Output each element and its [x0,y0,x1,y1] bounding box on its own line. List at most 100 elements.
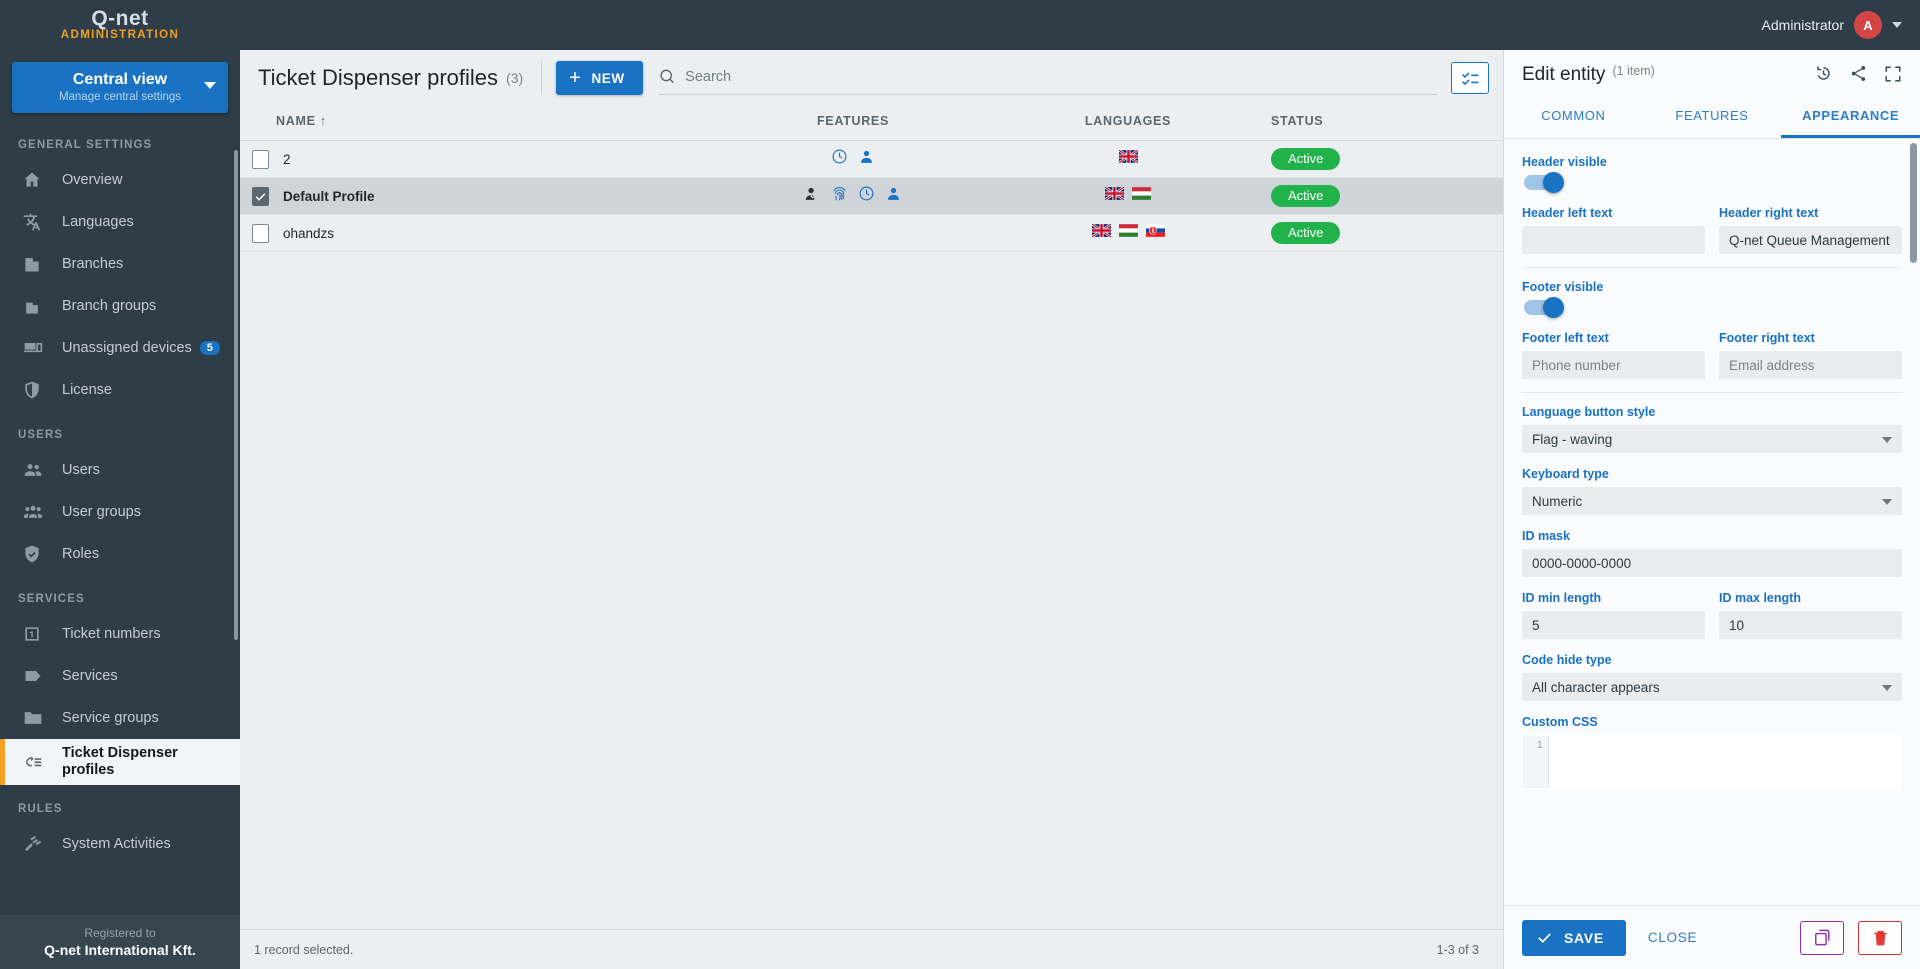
header-visible-label: Header visible [1522,155,1607,169]
save-label: SAVE [1564,929,1604,946]
custom-css-editor[interactable]: 1 [1522,735,1902,789]
footer-visible-toggle[interactable] [1524,297,1564,318]
table-row[interactable]: Default Profile Active [240,177,1503,215]
code-editor-body[interactable] [1549,736,1901,788]
user-menu[interactable]: Administrator A [1762,11,1920,39]
header-right-field: Header right text [1719,206,1902,254]
language-button-style-label: Language button style [1522,405,1656,419]
sidebar-item-languages[interactable]: Languages [0,201,240,243]
footer-right-input[interactable] [1719,351,1902,379]
user-group-icon [22,502,48,522]
column-header-name[interactable]: NAME ↑ [240,106,703,141]
tab-appearance[interactable]: APPEARANCE [1781,98,1920,138]
cell-features [703,141,1003,178]
sidebar-item-label: Users [62,462,100,478]
sidebar-item-branches[interactable]: Branches [0,243,240,285]
language-button-style-select[interactable]: Flag - waving [1522,425,1902,453]
cell-name: ohandzs [240,215,703,252]
sidebar-scrollbar[interactable] [234,150,238,640]
logo-text: Q-net [91,6,149,30]
sidebar-section-label: SERVICES [18,593,85,605]
keyboard-type-select[interactable]: Numeric [1522,487,1902,515]
table-row[interactable]: ohandzs Active [240,215,1503,252]
sidebar-item-badge: 5 [199,341,220,355]
chevron-down-icon[interactable] [1892,22,1902,28]
id-mask-input[interactable] [1522,549,1902,577]
sidebar-item-overview[interactable]: Overview [0,159,240,201]
sidebar-item-branch-groups[interactable]: Branch groups [0,285,240,327]
person-icon [858,148,875,165]
fullscreen-icon[interactable] [1884,65,1902,83]
sidebar-item-label: Branch groups [62,298,157,314]
sidebar-item-unassigned-devices[interactable]: Unassigned devices 5 [0,327,240,369]
avatar[interactable]: A [1854,11,1882,39]
code-hide-type-label: Code hide type [1522,653,1612,667]
row-checkbox[interactable] [252,186,269,206]
code-hide-type-select[interactable]: All character appears [1522,673,1902,701]
table-footer: 1 record selected. 1-3 of 3 [240,929,1503,969]
footer-left-input[interactable] [1522,351,1705,379]
row-checkbox[interactable] [252,223,269,243]
cell-name: 2 [240,141,703,178]
id-max-length-label: ID max length [1719,591,1801,605]
home-icon [22,170,48,190]
view-switcher[interactable]: Central view Manage central settings [12,62,228,113]
close-button[interactable]: CLOSE [1640,924,1705,951]
status-badge[interactable]: Active [1271,148,1341,170]
row-name-label: 2 [283,151,291,167]
column-header-status[interactable]: STATUS [1253,106,1503,141]
tab-common[interactable]: COMMON [1504,98,1643,138]
id-min-length-input[interactable] [1522,611,1705,639]
folder-icon [22,708,48,728]
status-badge[interactable]: Active [1271,185,1341,207]
feature-icon-list [831,148,875,165]
column-header-languages[interactable]: LANGUAGES [1003,106,1253,141]
gavel-icon [22,834,48,854]
header-right-input[interactable] [1719,226,1902,254]
footer-left-label: Footer left text [1522,331,1609,345]
sidebar-section-label: GENERAL SETTINGS [18,139,153,151]
flag-uk-icon [1091,224,1111,237]
chevron-down-icon [204,82,216,89]
sidebar-item-service-groups[interactable]: Service groups [0,697,240,739]
trash-icon [1873,930,1887,946]
id-max-length-input[interactable] [1719,611,1902,639]
add-new-button[interactable]: + NEW [556,61,643,95]
panel-scrollbar[interactable] [1910,143,1917,263]
sort-asc-icon: ↑ [319,114,327,128]
person-check-icon [804,185,821,202]
search-box[interactable] [658,61,1437,95]
status-badge[interactable]: Active [1271,222,1341,244]
panel-tabs: COMMON FEATURES APPEARANCE [1504,98,1920,139]
registered-label: Registered to [84,926,156,940]
users-icon [22,460,48,480]
sidebar-item-ticket-numbers[interactable]: Ticket numbers [0,613,240,655]
sidebar-item-label: Ticket numbers [62,626,161,642]
sidebar-item-ticket-dispenser-profiles[interactable]: Ticket Dispenser profiles [0,739,240,785]
table-row[interactable]: 2 Active [240,141,1503,178]
header-left-input[interactable] [1522,226,1705,254]
sidebar-item-system-activities[interactable]: System Activities [0,823,240,865]
sidebar-item-user-groups[interactable]: User groups [0,491,240,533]
search-input[interactable] [685,68,1437,85]
sidebar-item-license[interactable]: License [0,369,240,411]
select-all-button[interactable] [1451,62,1489,94]
row-checkbox[interactable] [252,149,269,169]
column-header-features[interactable]: FEATURES [703,106,1003,141]
tab-features[interactable]: FEATURES [1643,98,1782,138]
sidebar-item-roles[interactable]: Roles [0,533,240,575]
duplicate-button[interactable] [1800,920,1844,955]
history-icon[interactable] [1814,64,1833,83]
delete-button[interactable] [1858,920,1902,955]
sidebar-item-users[interactable]: Users [0,449,240,491]
share-icon[interactable] [1849,64,1868,83]
number-one-icon [22,624,48,644]
sidebar-item-services[interactable]: Services [0,655,240,697]
save-button[interactable]: SAVE [1522,919,1626,956]
logo-subtitle: ADMINISTRATION [60,28,180,41]
keyboard-type-value: Numeric [1532,493,1583,509]
flag-hu-icon [1132,187,1151,200]
header-visible-toggle[interactable] [1524,172,1564,193]
